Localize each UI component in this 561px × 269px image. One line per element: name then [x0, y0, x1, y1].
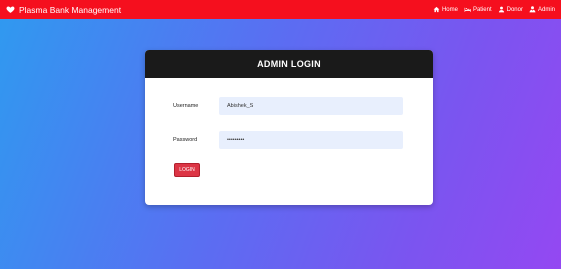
- home-icon: [433, 6, 440, 13]
- nav-links: Home Patient Donor Admin: [433, 6, 555, 13]
- user-icon: [498, 6, 504, 13]
- top-navbar: Plasma Bank Management Home Patient Dono…: [0, 0, 561, 19]
- nav-donor-label: Donor: [506, 6, 523, 13]
- card-header: ADMIN LOGIN: [145, 50, 433, 78]
- brand-title: Plasma Bank Management: [19, 4, 122, 15]
- user-tie-icon: [529, 6, 536, 13]
- nav-admin-label: Admin: [537, 6, 555, 13]
- nav-home[interactable]: Home: [433, 6, 458, 13]
- nav-donor[interactable]: Donor: [498, 6, 523, 13]
- nav-admin[interactable]: Admin: [529, 6, 555, 13]
- admin-login-card: ADMIN LOGIN Username Password LOGIN: [145, 50, 433, 205]
- bed-icon: [464, 7, 471, 12]
- login-button[interactable]: LOGIN: [174, 163, 200, 177]
- heart-icon: [6, 6, 15, 13]
- password-label: Password: [173, 137, 198, 143]
- nav-home-label: Home: [441, 6, 458, 13]
- login-title: ADMIN LOGIN: [257, 59, 321, 69]
- password-input[interactable]: [219, 131, 403, 149]
- password-row: Password: [145, 131, 433, 149]
- brand[interactable]: Plasma Bank Management: [6, 5, 121, 15]
- username-label: Username: [173, 103, 199, 109]
- username-input[interactable]: [219, 97, 403, 115]
- nav-patient-label: Patient: [472, 6, 492, 13]
- nav-patient[interactable]: Patient: [464, 6, 492, 13]
- username-row: Username: [145, 97, 433, 115]
